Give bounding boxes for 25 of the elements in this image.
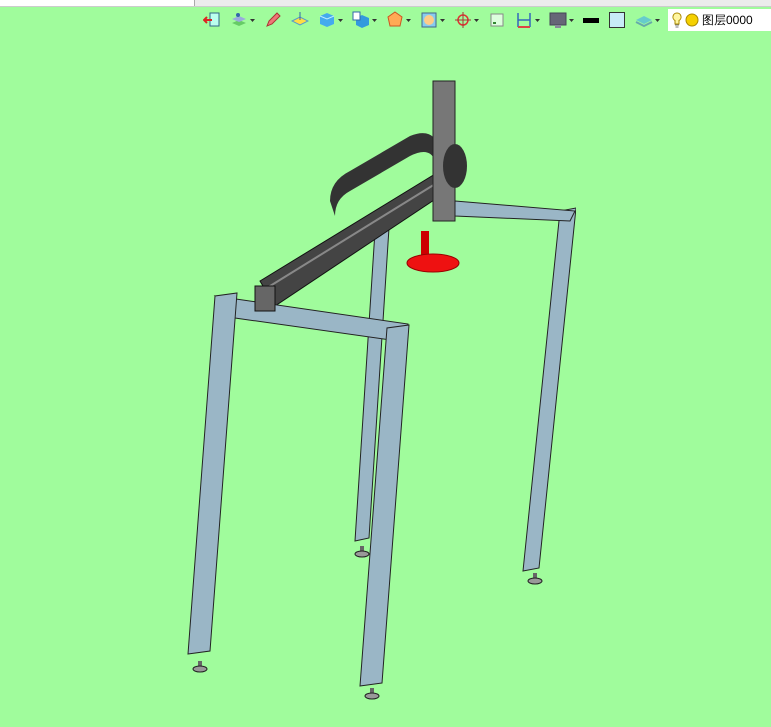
caret-icon <box>569 18 574 22</box>
layer-name: 图层0000 <box>702 12 753 29</box>
polyhedron-icon <box>386 11 404 29</box>
toolbar-button[interactable] <box>607 9 627 31</box>
cube-document-icon <box>352 11 370 29</box>
dimension-icon <box>515 11 533 29</box>
square-icon <box>608 11 626 29</box>
monitor-icon <box>549 11 567 29</box>
small-square-icon <box>488 11 506 29</box>
sun-icon <box>685 13 699 27</box>
layers-icon <box>230 11 248 29</box>
caret-icon <box>406 18 411 22</box>
caret-icon <box>535 18 540 22</box>
caret-icon <box>338 18 343 22</box>
caret-icon <box>440 18 445 22</box>
crosshair-icon <box>454 11 472 29</box>
layer-field[interactable]: 图层0000 <box>668 9 771 31</box>
exit-icon <box>203 11 221 29</box>
caret-icon <box>474 18 479 22</box>
caret-icon <box>655 18 660 22</box>
cube-icon <box>318 11 336 29</box>
caret-icon <box>250 18 255 22</box>
caret-icon <box>372 18 377 22</box>
pencil-icon <box>264 11 282 29</box>
frame-icon <box>420 11 438 29</box>
